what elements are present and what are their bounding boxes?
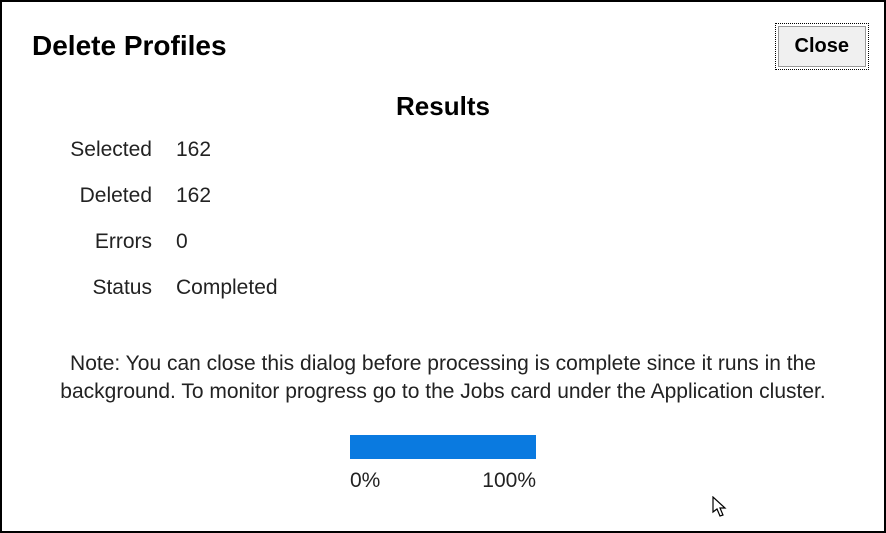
status-value: Completed: [176, 276, 884, 300]
selected-label: Selected: [22, 138, 152, 162]
errors-value: 0: [176, 230, 884, 254]
close-button[interactable]: Close: [778, 26, 866, 67]
cursor-icon: [712, 496, 728, 518]
errors-label: Errors: [22, 230, 152, 254]
deleted-value: 162: [176, 184, 884, 208]
deleted-label: Deleted: [22, 184, 152, 208]
dialog-title: Delete Profiles: [32, 30, 227, 62]
selected-value: 162: [176, 138, 884, 162]
progress-bar: [350, 435, 536, 459]
note-text: Note: You can close this dialog before p…: [42, 350, 844, 407]
progress-max-label: 100%: [482, 469, 536, 493]
progress-labels: 0% 100%: [350, 469, 536, 493]
progress-section: 0% 100%: [350, 435, 536, 493]
delete-profiles-dialog: Delete Profiles Close Results Selected 1…: [0, 0, 886, 533]
dialog-header: Delete Profiles Close: [2, 2, 884, 67]
results-stats: Selected 162 Deleted 162 Errors 0 Status…: [22, 138, 884, 300]
progress-min-label: 0%: [350, 469, 380, 493]
results-heading: Results: [2, 91, 884, 122]
status-label: Status: [22, 276, 152, 300]
progress-bar-fill: [350, 435, 536, 459]
